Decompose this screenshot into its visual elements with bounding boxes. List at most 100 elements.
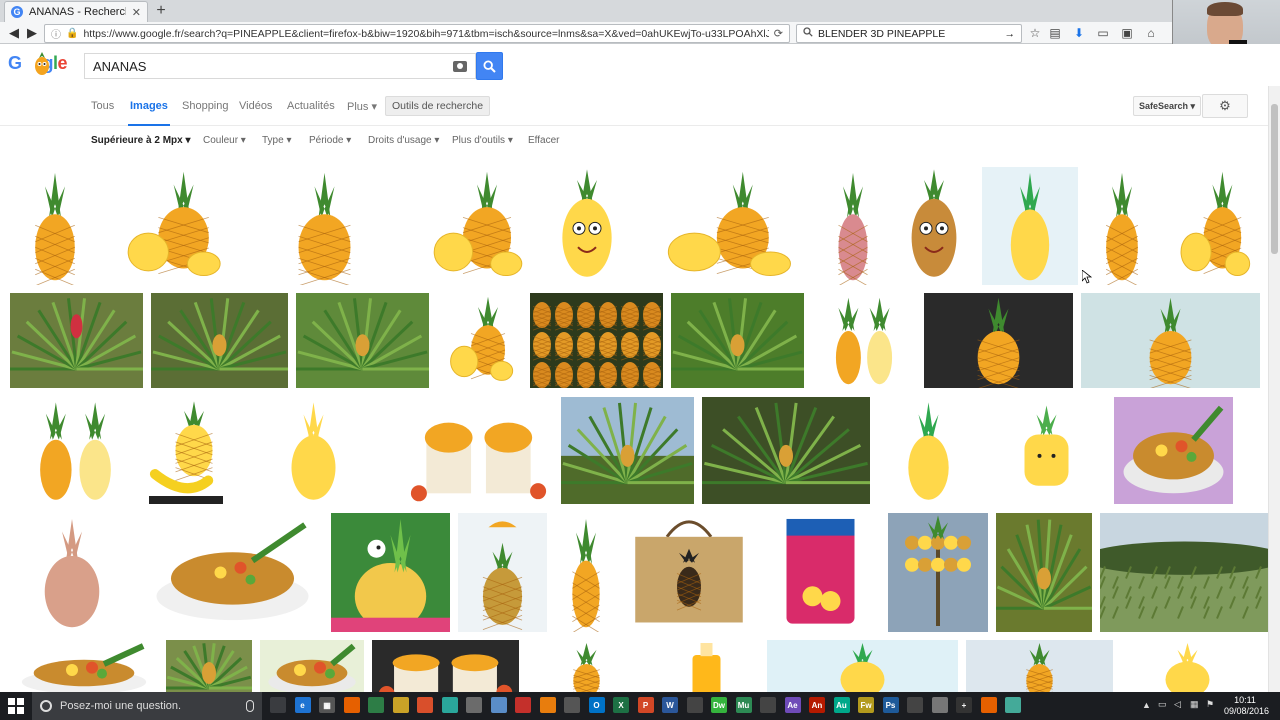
image-result-thumbnail[interactable]	[982, 167, 1078, 285]
bookmark-star-icon[interactable]: ☆	[1028, 26, 1042, 40]
settings-button[interactable]: ⚙	[1202, 94, 1248, 118]
taskbar-app-icon[interactable]: Dw	[711, 697, 727, 713]
image-result-thumbnail[interactable]	[543, 167, 631, 285]
image-result-thumbnail[interactable]	[1121, 640, 1254, 692]
microphone-icon[interactable]	[246, 700, 254, 712]
image-result-thumbnail[interactable]	[10, 397, 141, 504]
google-search-input[interactable]: ANANAS	[84, 53, 476, 79]
keyboard-icon[interactable]: ▦	[1190, 699, 1199, 710]
volume-icon[interactable]: ◁	[1174, 699, 1181, 710]
taskbar-app-icon[interactable]	[417, 697, 433, 713]
taskbar-app-icon[interactable]	[1005, 697, 1021, 713]
tab-images[interactable]: Images	[128, 100, 170, 127]
forward-icon[interactable]: ▶	[24, 25, 40, 41]
image-result-thumbnail[interactable]	[166, 640, 252, 692]
reload-icon[interactable]: ⟳	[774, 27, 783, 40]
image-result-thumbnail[interactable]	[812, 293, 916, 388]
folder-icon[interactable]: ▭	[1096, 26, 1110, 40]
image-result-thumbnail[interactable]	[639, 167, 812, 285]
taskbar-app-icon[interactable]: Ae	[784, 697, 801, 713]
taskbar-app-icon[interactable]: e	[294, 697, 311, 713]
image-result-thumbnail[interactable]	[108, 167, 234, 285]
image-result-thumbnail[interactable]	[761, 513, 880, 632]
image-result-thumbnail[interactable]	[996, 513, 1092, 632]
image-result-thumbnail[interactable]	[878, 397, 979, 504]
image-result-thumbnail[interactable]	[555, 513, 617, 632]
image-result-thumbnail[interactable]	[331, 513, 450, 632]
taskbar-app-icon[interactable]	[392, 697, 409, 713]
image-result-thumbnail[interactable]	[142, 513, 323, 632]
safesearch-button[interactable]: SafeSearch ▾	[1133, 96, 1202, 116]
taskbar-app-icon[interactable]	[515, 697, 531, 713]
image-result-thumbnail[interactable]	[654, 640, 759, 692]
search-query-text[interactable]: ANANAS	[93, 59, 453, 74]
taskbar-app-icon[interactable]: P	[637, 697, 654, 713]
pocket-icon[interactable]: ▣	[1120, 26, 1134, 40]
go-arrow-icon[interactable]: →	[1005, 28, 1016, 40]
image-result-thumbnail[interactable]	[561, 397, 694, 504]
image-result-thumbnail[interactable]	[10, 640, 158, 692]
url-text[interactable]: https://www.google.fr/search?q=PINEAPPLE…	[83, 28, 768, 40]
image-result-thumbnail[interactable]	[1166, 167, 1260, 285]
taskbar-app-icon[interactable]: Fw	[858, 697, 874, 713]
image-result-thumbnail[interactable]	[924, 293, 1073, 388]
taskbar-app-icon[interactable]	[931, 697, 948, 713]
taskbar-app-icon[interactable]	[270, 697, 286, 713]
taskbar-app-icon[interactable]: O	[588, 697, 605, 713]
download-icon[interactable]: ⬇	[1072, 26, 1086, 40]
tab-close-icon[interactable]: ✕	[132, 6, 141, 19]
image-result-thumbnail[interactable]	[702, 397, 870, 504]
filter-more-tools[interactable]: Plus d'outils ▾	[452, 135, 513, 146]
taskbar-app-icon[interactable]	[441, 697, 458, 713]
cortana-placeholder[interactable]: Posez-moi une question.	[60, 700, 238, 712]
image-result-thumbnail[interactable]	[437, 293, 522, 388]
new-tab-button[interactable]: +	[152, 2, 170, 20]
image-result-thumbnail[interactable]	[530, 293, 663, 388]
tab-shopping[interactable]: Shopping	[182, 100, 229, 112]
image-result-thumbnail[interactable]	[260, 640, 364, 692]
filter-period[interactable]: Période ▾	[309, 135, 351, 146]
image-result-thumbnail[interactable]	[894, 167, 974, 285]
image-result-thumbnail[interactable]	[231, 397, 396, 504]
browser-search-query[interactable]: BLENDER 3D PINEAPPLE	[818, 28, 1000, 40]
taskbar-app-icon[interactable]	[343, 697, 360, 713]
back-icon[interactable]: ◀	[6, 25, 22, 41]
taskbar-app-icon[interactable]: Ps	[882, 697, 899, 713]
image-result-thumbnail[interactable]	[372, 640, 519, 692]
taskbar-app-icon[interactable]: +	[956, 697, 972, 713]
image-result-thumbnail[interactable]	[10, 513, 134, 632]
taskbar-app-icon[interactable]: Mu	[735, 697, 752, 713]
image-result-thumbnail[interactable]	[888, 513, 988, 632]
tab-more[interactable]: Plus ▾	[347, 100, 377, 113]
image-result-thumbnail[interactable]	[242, 167, 407, 285]
taskbar-app-icon[interactable]: Au	[833, 697, 850, 713]
filter-color[interactable]: Couleur ▾	[203, 135, 246, 146]
image-result-thumbnail[interactable]	[625, 513, 753, 632]
network-icon[interactable]: ▭	[1158, 699, 1167, 710]
filter-size[interactable]: Supérieure à 2 Mpx ▾	[91, 135, 191, 146]
search-button[interactable]	[476, 52, 503, 80]
search-tools-button[interactable]: Outils de recherche	[385, 96, 491, 116]
image-result-thumbnail[interactable]	[1100, 513, 1268, 632]
page-scrollbar[interactable]	[1268, 86, 1280, 692]
image-result-thumbnail[interactable]	[820, 167, 886, 285]
taskbar-app-icon[interactable]	[760, 697, 776, 713]
image-result-thumbnail[interactable]	[1086, 167, 1158, 285]
taskbar-clock[interactable]: 10:11 09/08/2016	[1224, 695, 1269, 717]
image-result-thumbnail[interactable]	[458, 513, 547, 632]
taskbar-app-icon[interactable]	[539, 697, 556, 713]
image-result-thumbnail[interactable]	[1081, 293, 1260, 388]
image-result-thumbnail[interactable]	[296, 293, 429, 388]
image-result-thumbnail[interactable]	[10, 167, 100, 285]
image-result-thumbnail[interactable]	[671, 293, 804, 388]
taskbar-app-icon[interactable]: X	[613, 697, 629, 713]
windows-start-icon[interactable]	[8, 698, 24, 714]
image-result-thumbnail[interactable]	[404, 397, 553, 504]
image-result-thumbnail[interactable]	[10, 293, 143, 388]
taskbar-app-icon[interactable]	[490, 697, 507, 713]
taskbar-app-icon[interactable]	[564, 697, 580, 713]
reading-list-icon[interactable]: ▤	[1048, 26, 1062, 40]
filter-rights[interactable]: Droits d'usage ▾	[368, 135, 439, 146]
image-result-thumbnail[interactable]	[527, 640, 646, 692]
cortana-search[interactable]: Posez-moi une question.	[32, 692, 262, 720]
